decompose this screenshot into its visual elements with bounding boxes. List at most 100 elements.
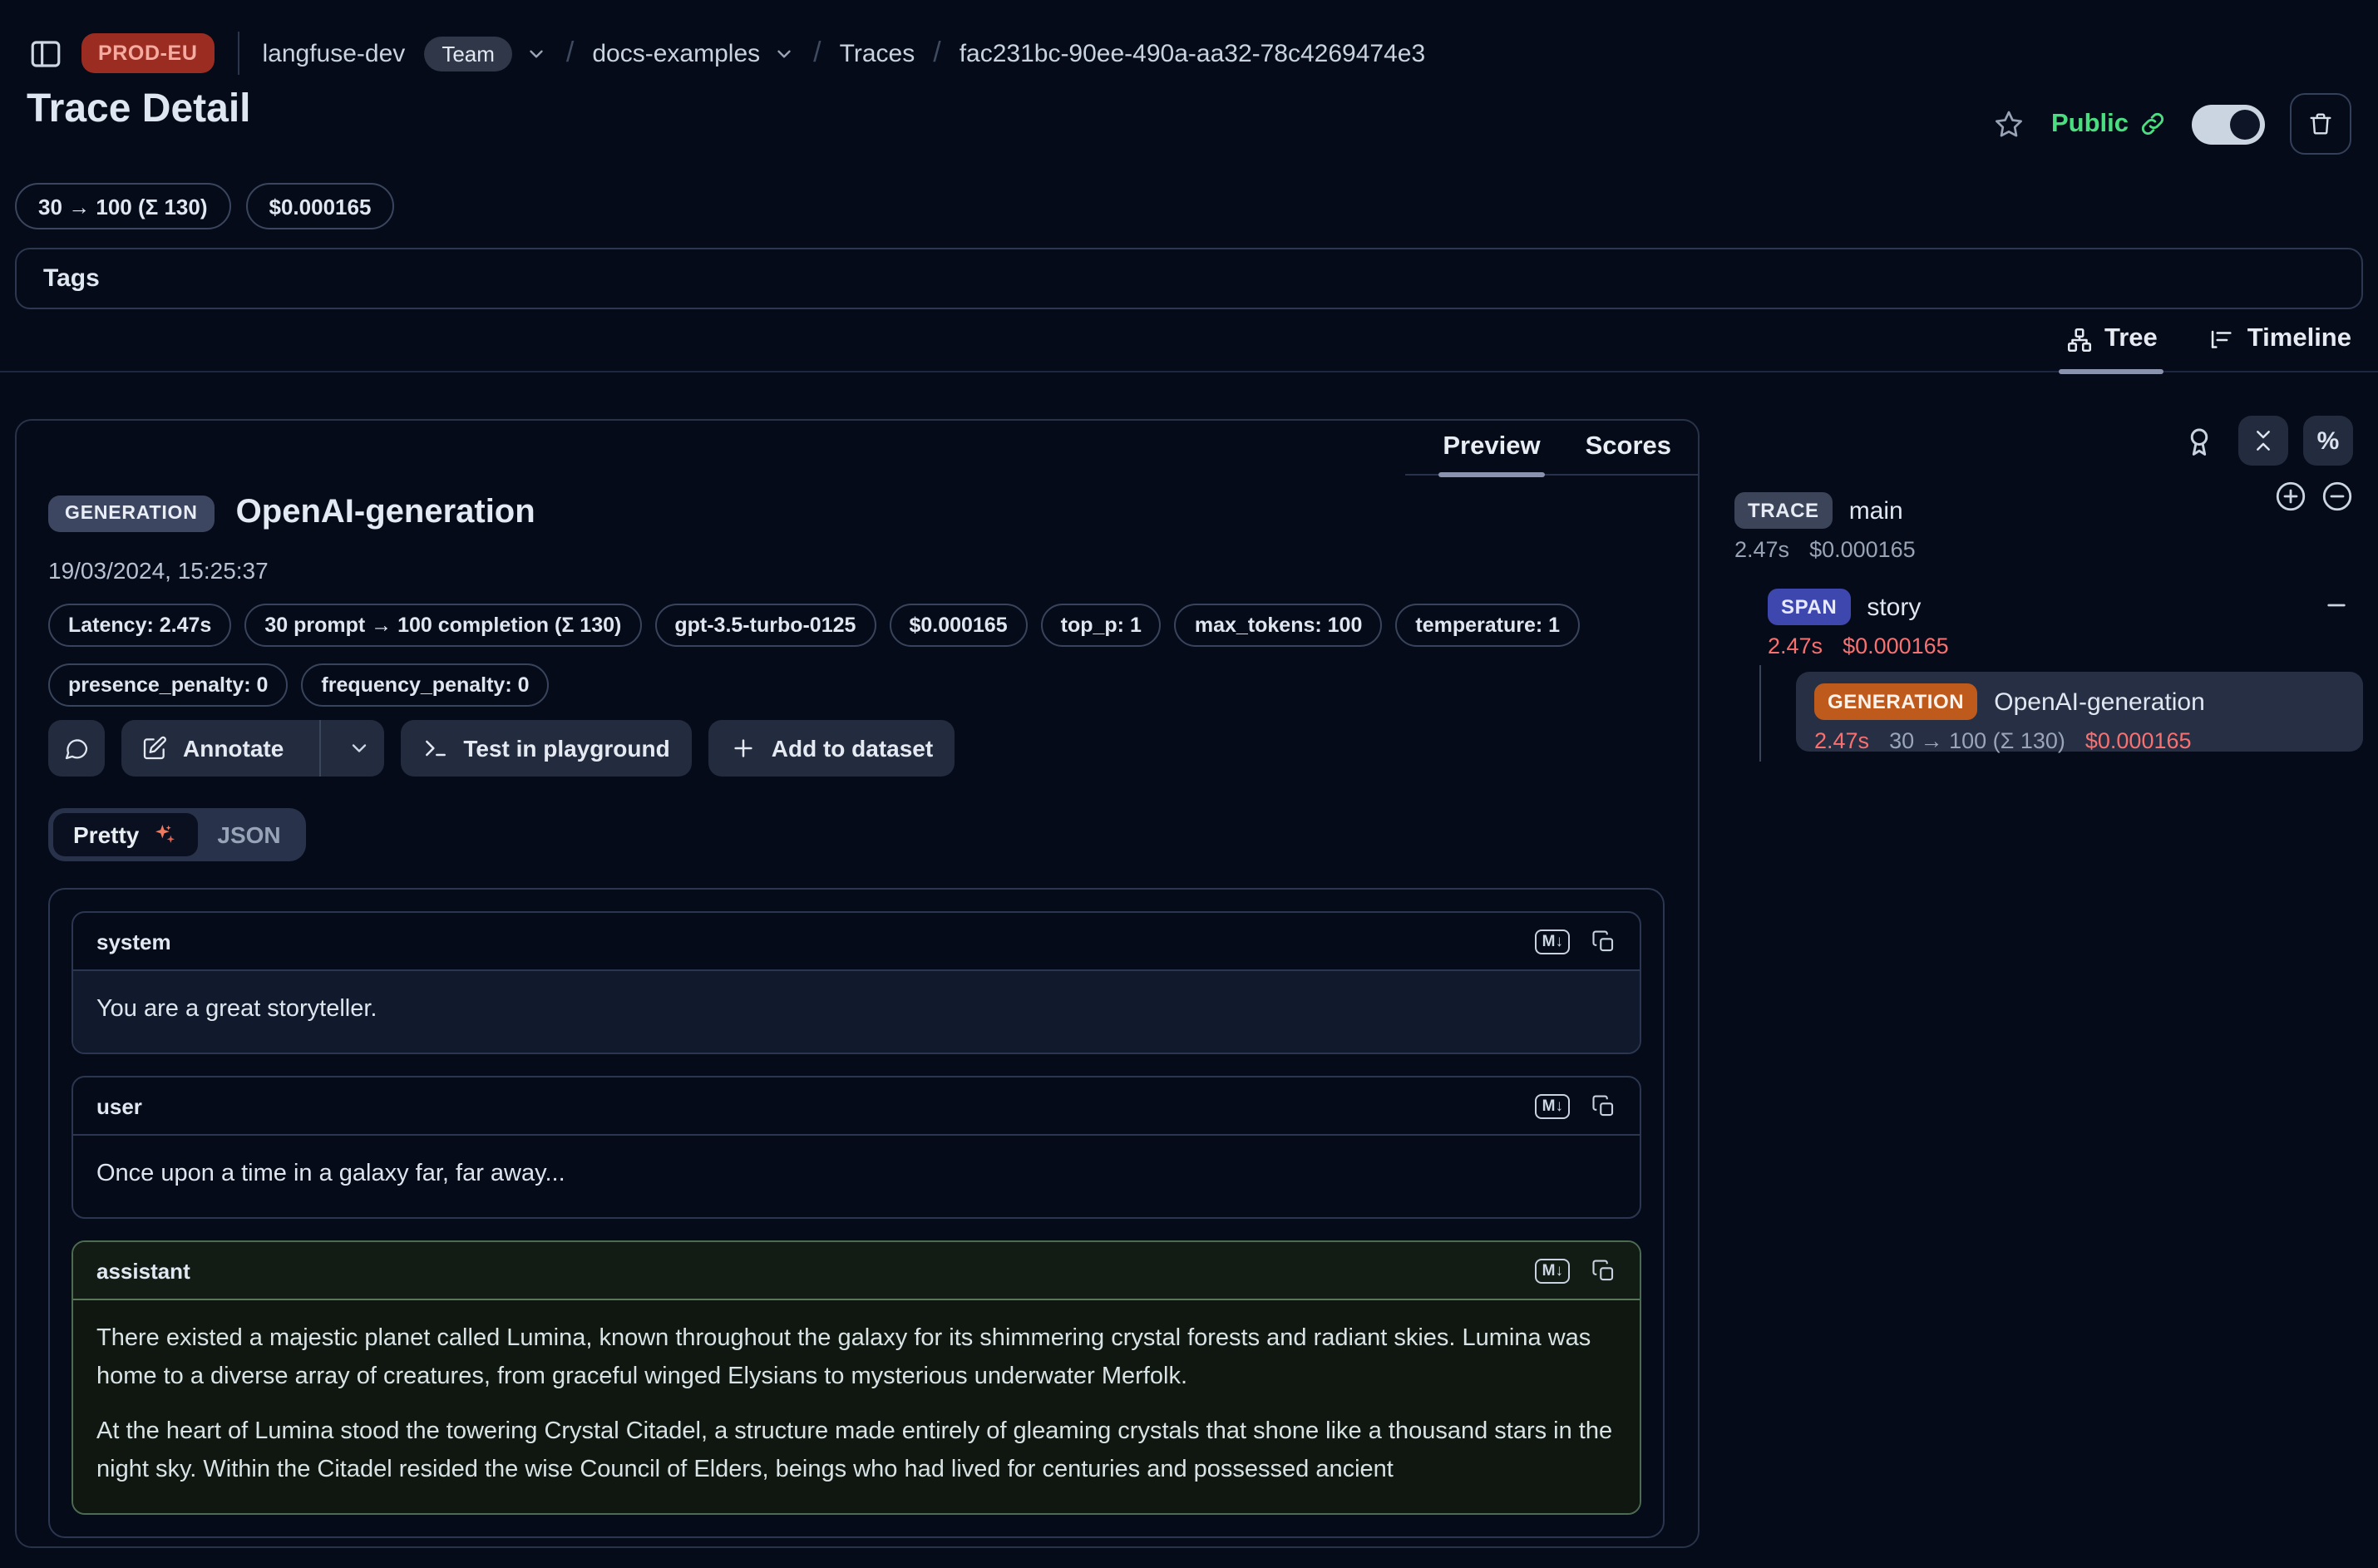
span-type-badge: SPAN: [1768, 589, 1850, 625]
top-p-badge[interactable]: top_p: 1: [1041, 604, 1162, 647]
sidebar-toggle-button[interactable]: [27, 35, 63, 71]
project-chevron-down-icon[interactable]: [773, 42, 795, 64]
message-content: You are a great storyteller.: [73, 971, 1640, 1053]
tab-tree[interactable]: Tree: [2065, 321, 2158, 357]
format-json-button[interactable]: JSON: [197, 813, 300, 856]
comment-icon: [63, 735, 90, 762]
message-content: Once upon a time in a galaxy far, far aw…: [73, 1136, 1640, 1217]
markdown-icon[interactable]: M↓: [1536, 1258, 1570, 1283]
breadcrumb-divider: [238, 32, 239, 75]
tree-row-span[interactable]: SPAN story: [1768, 589, 1921, 625]
observation-type-badge: GENERATION: [48, 495, 215, 531]
delete-trace-button[interactable]: [2290, 93, 2351, 155]
breadcrumb-project[interactable]: docs-examples: [592, 39, 760, 67]
tab-preview[interactable]: Preview: [1443, 421, 1540, 474]
markdown-icon[interactable]: M↓: [1536, 1093, 1570, 1118]
observation-title: OpenAI-generation: [236, 494, 535, 532]
presence-penalty-badge[interactable]: presence_penalty: 0: [48, 663, 288, 707]
tree-zoom-controls: [2273, 479, 2355, 514]
plus-icon: [730, 735, 757, 762]
view-tabs: Tree Timeline: [2065, 321, 2351, 357]
sparkles-icon: [150, 821, 177, 848]
comment-button[interactable]: [48, 720, 105, 777]
format-pretty-button[interactable]: Pretty: [53, 813, 197, 856]
trace-name: main: [1849, 496, 1903, 525]
observation-timestamp: 19/03/2024, 15:25:37: [48, 557, 269, 584]
collapse-all-button[interactable]: [2238, 416, 2288, 466]
message-content: There existed a majestic planet called L…: [73, 1300, 1640, 1513]
max-tokens-badge[interactable]: max_tokens: 100: [1175, 604, 1383, 647]
token-usage-badge[interactable]: 30 prompt → 100 completion (Σ 130): [244, 604, 641, 647]
message-header: user M↓: [73, 1077, 1640, 1136]
cost-badge[interactable]: $0.000165: [246, 183, 395, 229]
span-latency: 2.47s: [1768, 634, 1823, 658]
public-link[interactable]: Public: [2051, 109, 2167, 139]
tree-guide-line: [1759, 665, 1761, 762]
copy-icon[interactable]: [1591, 1093, 1616, 1118]
title-controls: Public: [1993, 93, 2351, 155]
playground-label: Test in playground: [463, 735, 669, 762]
breadcrumb-trace-id: fac231bc-90ee-490a-aa32-78c4269474e3: [960, 39, 1425, 67]
breadcrumb: PROD-EU langfuse-dev Team / docs-example…: [27, 20, 2351, 86]
edit-icon: [141, 735, 168, 762]
markdown-icon[interactable]: M↓: [1536, 929, 1570, 954]
timeline-icon: [2208, 325, 2236, 353]
tags-box[interactable]: Tags: [15, 248, 2363, 309]
token-usage-badge[interactable]: 30 → 100 (Σ 130): [15, 183, 231, 229]
message-assistant: assistant M↓ There existed a majestic pl…: [72, 1240, 1641, 1515]
tab-tree-label: Tree: [2104, 324, 2158, 354]
award-icon[interactable]: [2182, 423, 2217, 458]
model-badge[interactable]: gpt-3.5-turbo-0125: [654, 604, 876, 647]
annotate-button[interactable]: Annotate: [121, 720, 303, 777]
trace-detail-page: PROD-EU langfuse-dev Team / docs-example…: [0, 0, 2378, 1568]
dataset-label: Add to dataset: [772, 735, 933, 762]
add-to-dataset-button[interactable]: Add to dataset: [708, 720, 955, 777]
minus-circle-icon[interactable]: [2320, 479, 2355, 514]
trace-cost: $0.000165: [1809, 537, 1916, 562]
plus-circle-icon[interactable]: [2273, 479, 2308, 514]
observation-actions: Annotate Test in playground: [48, 720, 955, 777]
panel-tabs: Preview Scores: [1405, 421, 1698, 476]
message-role: assistant: [96, 1258, 190, 1283]
org-chevron-down-icon[interactable]: [526, 42, 548, 64]
copy-icon[interactable]: [1591, 929, 1616, 954]
assistant-paragraph: There existed a majestic planet called L…: [96, 1320, 1616, 1397]
tab-timeline[interactable]: Timeline: [2208, 321, 2351, 357]
breadcrumb-traces[interactable]: Traces: [840, 39, 915, 67]
annotate-label: Annotate: [183, 735, 284, 762]
copy-icon[interactable]: [1591, 1258, 1616, 1283]
tree-row-trace[interactable]: TRACE main: [1734, 492, 1903, 529]
public-toggle[interactable]: [2192, 104, 2265, 144]
format-toggle: Pretty JSON: [48, 808, 306, 861]
star-icon[interactable]: [1993, 107, 2026, 141]
temperature-badge[interactable]: temperature: 1: [1395, 604, 1580, 647]
terminal-icon: [422, 735, 448, 762]
frequency-penalty-badge[interactable]: frequency_penalty: 0: [301, 663, 549, 707]
test-in-playground-button[interactable]: Test in playground: [400, 720, 691, 777]
cost-badge[interactable]: $0.000165: [889, 604, 1027, 647]
breadcrumb-org[interactable]: langfuse-dev: [263, 39, 406, 67]
message-header: assistant M↓: [73, 1242, 1640, 1300]
messages-container: system M↓ You are a great storyteller. u…: [48, 888, 1665, 1538]
generation-cost: $0.000165: [2085, 728, 2192, 753]
trace-type-badge: TRACE: [1734, 492, 1833, 529]
panel-left-icon: [27, 36, 62, 71]
message-role: user: [96, 1093, 142, 1118]
breadcrumb-separator: /: [566, 37, 574, 70]
message-user: user M↓ Once upon a time in a galaxy far…: [72, 1076, 1641, 1219]
generation-latency: 2.47s: [1814, 728, 1869, 753]
breadcrumb-separator: /: [813, 37, 821, 70]
breadcrumb-separator: /: [933, 37, 940, 70]
view-tabs-divider: [0, 371, 2378, 372]
collapse-node-icon[interactable]: [2323, 592, 2350, 619]
tree-row-generation-selected[interactable]: GENERATION OpenAI-generation 2.47s 30 → …: [1796, 672, 2363, 752]
toggle-knob: [2230, 109, 2260, 139]
pretty-label: Pretty: [73, 821, 139, 848]
tags-label: Tags: [43, 264, 100, 293]
latency-badge[interactable]: Latency: 2.47s: [48, 604, 231, 647]
generation-row-header: GENERATION OpenAI-generation: [1814, 683, 2345, 720]
tab-scores[interactable]: Scores: [1586, 421, 1671, 474]
annotate-dropdown-button[interactable]: [335, 720, 383, 777]
metrics-toggle-button[interactable]: %: [2303, 416, 2353, 466]
percent-icon: %: [2317, 427, 2340, 455]
